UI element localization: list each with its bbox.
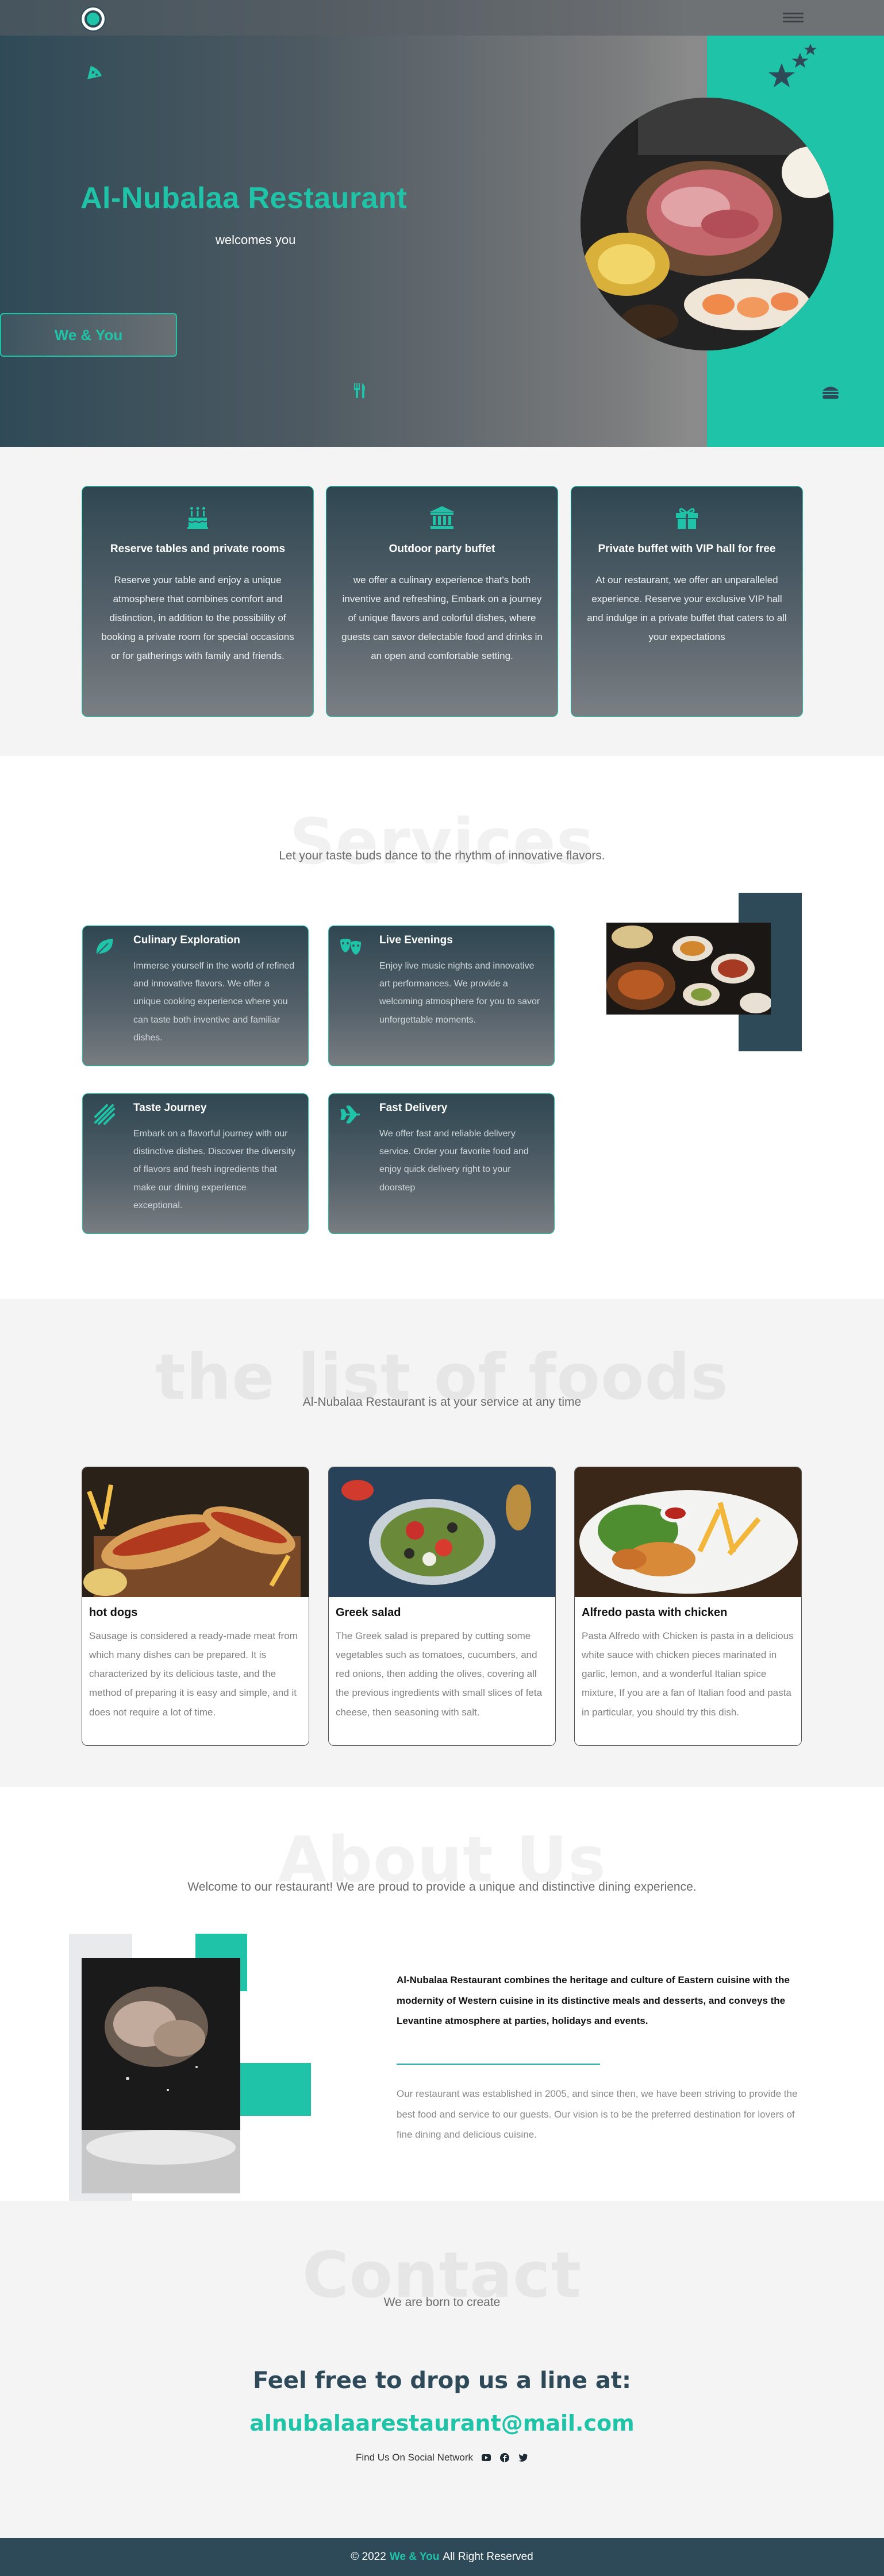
footer: © 2022 We & You All Right Reserved bbox=[0, 2538, 884, 2576]
food-title: hot dogs bbox=[89, 1606, 138, 1619]
gift-icon bbox=[676, 508, 698, 529]
about-divider bbox=[397, 2064, 600, 2065]
service-card: Taste Journey Embark on a flavorful jour… bbox=[82, 1093, 309, 1234]
landmark-icon bbox=[430, 506, 454, 529]
about-accent-teal-bottom bbox=[239, 2063, 311, 2116]
footer-rights: All Right Reserved bbox=[443, 2551, 533, 2563]
features-section: Reserve tables and private rooms Reserve… bbox=[0, 447, 884, 756]
burger-icon bbox=[822, 387, 839, 399]
services-section: Services Let your taste buds dance to th… bbox=[0, 756, 884, 1299]
food-image bbox=[329, 1467, 555, 1597]
top-navbar bbox=[0, 0, 884, 36]
food-card[interactable]: Greek salad The Greek salad is prepared … bbox=[328, 1467, 556, 1746]
contact-section: Contact We are born to create Feel free … bbox=[0, 2201, 884, 2538]
services-subtitle: Let your taste buds dance to the rhythm … bbox=[279, 849, 605, 862]
footer-brand: We & You bbox=[389, 2551, 440, 2563]
service-card: Live Evenings Enjoy live music nights an… bbox=[328, 925, 555, 1066]
service-card: Fast Delivery We offer fast and reliable… bbox=[328, 1093, 555, 1234]
services-food-image bbox=[606, 923, 771, 1015]
about-chef-image bbox=[82, 1958, 240, 2193]
we-and-you-button[interactable]: We & You bbox=[0, 313, 177, 357]
services-heading: Services bbox=[289, 805, 595, 878]
masks-icon bbox=[340, 939, 361, 955]
about-section: About Us Welcome to our restaurant! We a… bbox=[0, 1787, 884, 2201]
foods-subtitle: Al-Nubalaa Restaurant is at your service… bbox=[302, 1395, 582, 1409]
facebook-icon[interactable] bbox=[499, 2452, 510, 2463]
service-title: Culinary Exploration bbox=[133, 934, 240, 946]
food-card[interactable]: Alfredo pasta with chicken Pasta Alfredo… bbox=[574, 1467, 802, 1746]
hamburger-menu-icon[interactable] bbox=[783, 10, 804, 25]
food-text: Sausage is considered a ready-made meat … bbox=[89, 1630, 298, 1718]
plane-icon bbox=[340, 1105, 360, 1124]
pizza-slice-icon bbox=[87, 65, 103, 79]
footer-copyright: © 2022 bbox=[351, 2551, 386, 2563]
social-label: Find Us On Social Network bbox=[355, 2452, 474, 2463]
feature-text: Reserve your table and enjoy a unique at… bbox=[101, 574, 294, 662]
service-text: We offer fast and reliable delivery serv… bbox=[379, 1129, 529, 1193]
feature-text: we offer a culinary experience that's bo… bbox=[341, 574, 543, 662]
food-image bbox=[575, 1467, 801, 1597]
service-text: Immerse yourself in the world of refined… bbox=[133, 961, 295, 1043]
leaf-icon bbox=[96, 939, 113, 955]
service-text: Enjoy live music nights and innovative a… bbox=[379, 961, 540, 1025]
youtube-icon[interactable] bbox=[481, 2452, 491, 2463]
service-title: Fast Delivery bbox=[379, 1102, 448, 1114]
food-text: Pasta Alfredo with Chicken is pasta in a… bbox=[582, 1630, 794, 1718]
hero-section: Al-Nubalaa Restaurant welcomes you We & … bbox=[0, 0, 884, 447]
twitter-icon[interactable] bbox=[518, 2452, 528, 2463]
food-title: Alfredo pasta with chicken bbox=[582, 1606, 728, 1619]
about-body-text: Our restaurant was established in 2005, … bbox=[397, 2088, 798, 2141]
foods-section: the list of foods Al-Nubalaa Restaurant … bbox=[0, 1299, 884, 1787]
feature-card: Reserve tables and private rooms Reserve… bbox=[82, 486, 314, 717]
food-image bbox=[82, 1467, 309, 1597]
contact-line: Feel free to drop us a line at: bbox=[252, 2367, 632, 2394]
feature-text: At our restaurant, we offer an unparalle… bbox=[587, 574, 787, 643]
food-title: Greek salad bbox=[336, 1606, 401, 1619]
restaurant-logo[interactable] bbox=[80, 6, 106, 32]
food-text: The Greek salad is prepared by cutting s… bbox=[336, 1630, 543, 1718]
contact-email-link[interactable]: alnubalaarestaurant@mail.com bbox=[0, 2411, 884, 2436]
birthday-cake-icon bbox=[187, 507, 208, 529]
hero-subtitle: welcomes you bbox=[216, 233, 296, 247]
about-highlight-text: Al-Nubalaa Restaurant combines the herit… bbox=[397, 1975, 790, 2027]
feature-card: Private buffet with VIP hall for free At… bbox=[571, 486, 803, 717]
feature-title: Outdoor party buffet bbox=[389, 543, 495, 555]
service-title: Live Evenings bbox=[379, 934, 453, 946]
service-text: Embark on a flavorful journey with our d… bbox=[133, 1129, 295, 1210]
utensils-icon bbox=[354, 383, 365, 398]
stars-icon bbox=[768, 44, 817, 87]
feature-card: Outdoor party buffet we offer a culinary… bbox=[326, 486, 558, 717]
social-links: Find Us On Social Network bbox=[0, 2452, 884, 2463]
hero-title: Al-Nubalaa Restaurant bbox=[80, 182, 408, 215]
about-subtitle: Welcome to our restaurant! We are proud … bbox=[187, 1880, 697, 1894]
hero-food-image bbox=[581, 98, 833, 350]
service-title: Taste Journey bbox=[133, 1102, 207, 1114]
feature-title: Reserve tables and private rooms bbox=[110, 543, 286, 555]
feature-title: Private buffet with VIP hall for free bbox=[598, 543, 776, 555]
contact-subtitle: We are born to create bbox=[383, 2296, 501, 2309]
service-card: Culinary Exploration Immerse yourself in… bbox=[82, 925, 309, 1066]
stripes-icon bbox=[94, 1104, 115, 1125]
food-card[interactable]: hot dogs Sausage is considered a ready-m… bbox=[82, 1467, 309, 1746]
